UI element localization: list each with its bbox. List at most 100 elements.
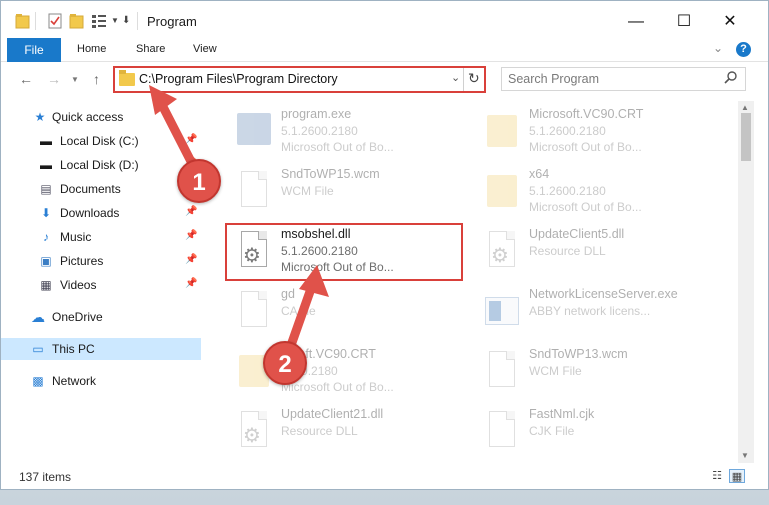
vertical-scrollbar[interactable]: ▲ ▼	[738, 101, 754, 463]
file-item-updateclient21-dll[interactable]: ⚙ UpdateClient21.dll Resource DLL	[225, 403, 475, 459]
quick-access-menu-icon[interactable]: ⬇	[122, 15, 130, 33]
sidebar-item-music[interactable]: ♪ Music 📌	[1, 226, 201, 248]
folder-icon	[15, 14, 30, 29]
divider	[35, 12, 36, 30]
scrollbar-thumb[interactable]	[741, 113, 751, 161]
file-item-microsoft-vc90-crt-2[interactable]: rosoft.VC90.CRT 2600.2180 Microsoft Out …	[225, 343, 475, 399]
file-name: SndToWP15.wcm	[281, 167, 380, 181]
pin-icon[interactable]: 📌	[185, 206, 197, 217]
tab-view[interactable]: View	[193, 43, 217, 55]
sidebar-item-label: Music	[60, 230, 92, 244]
expand-ribbon-icon[interactable]: ⌄	[713, 41, 723, 55]
sidebar-item-label: Quick access	[52, 110, 124, 124]
sidebar-item-network[interactable]: ▩ Network	[1, 370, 201, 392]
computer-icon: ▭	[32, 342, 44, 356]
maximize-button[interactable]: ☐	[661, 9, 707, 35]
forward-icon[interactable]: →	[47, 71, 61, 87]
highlight-box	[225, 223, 463, 281]
file-item-program-exe[interactable]: program.exe 5.1.2600.2180 Microsoft Out …	[225, 103, 475, 159]
ribbon-tabs: File Home Share View ⌄ ?	[1, 38, 768, 62]
search-input[interactable]: Search Program	[501, 67, 746, 91]
sidebar-item-pictures[interactable]: ▣ Pictures 📌	[1, 250, 201, 272]
large-icons-view-icon[interactable]: ▦	[729, 469, 745, 483]
minimize-button[interactable]: —	[613, 9, 659, 35]
file-item-x64[interactable]: x64 5.1.2600.2180 Microsoft Out of Bo...	[473, 163, 723, 219]
tab-share[interactable]: Share	[136, 43, 165, 55]
cloud-icon: ☁	[31, 309, 45, 325]
pictures-icon: ▣	[40, 254, 52, 268]
file-name: FastNml.cjk	[529, 407, 595, 421]
pin-icon[interactable]: 📌	[185, 278, 197, 289]
refresh-icon[interactable]: ↻	[468, 70, 480, 87]
file-name: UpdateClient5.dll	[529, 227, 625, 241]
scroll-down-icon[interactable]: ▼	[741, 451, 749, 460]
sidebar-item-onedrive[interactable]: ☁ OneDrive	[1, 306, 201, 328]
file-description: Microsoft Out of Bo...	[281, 140, 394, 154]
properties-icon[interactable]	[47, 12, 63, 30]
chevron-down-icon[interactable]: ⌄	[451, 71, 460, 84]
sidebar-item-videos[interactable]: ▦ Videos 📌	[1, 274, 201, 296]
sidebar-item-this-pc[interactable]: ▭ This PC	[1, 338, 201, 360]
title-bar: ▼ ⬇ Program — ☐ ✕	[1, 1, 768, 41]
sidebar-item-label: Network	[52, 374, 97, 388]
file-name: NetworkLicenseServer.exe	[529, 287, 678, 301]
window-icon	[483, 291, 519, 331]
new-folder-icon[interactable]	[69, 12, 85, 30]
status-bar: 137 items ☷ ▦	[1, 465, 768, 489]
recent-locations-icon[interactable]: ▼	[71, 75, 79, 84]
file-name: program.exe	[281, 107, 352, 121]
minimize-icon: —	[628, 13, 644, 30]
file-name: SndToWP13.wcm	[529, 347, 628, 361]
callout-badge-1: 1	[177, 159, 221, 203]
folder-icon	[483, 111, 519, 151]
details-view-icon[interactable]: ☷	[709, 469, 725, 483]
file-name: x64	[529, 167, 550, 181]
file-item-fastnml-cjk[interactable]: FastNml.cjk CJK File	[473, 403, 723, 459]
file-type: Resource DLL	[281, 424, 358, 438]
dll-gear-icon: ⚙	[483, 231, 519, 271]
file-type: WCM File	[281, 184, 334, 198]
search-icon[interactable]	[724, 70, 738, 84]
sidebar-item-label: Documents	[60, 182, 121, 196]
maximize-icon: ☐	[676, 13, 692, 30]
documents-icon: ▤	[40, 182, 52, 196]
customize-toolbar-icon[interactable]	[91, 12, 111, 30]
back-icon[interactable]: ←	[19, 71, 33, 87]
file-item-sndtowp13-wcm[interactable]: SndToWP13.wcm WCM File	[473, 343, 723, 399]
file-version: 5.1.2600.2180	[529, 184, 606, 198]
sidebar-item-label: Local Disk (D:)	[60, 158, 139, 172]
sidebar-item-label: Pictures	[60, 254, 104, 268]
sidebar-item-label: This PC	[52, 342, 95, 356]
file-description: Microsoft Out of Bo...	[281, 380, 394, 394]
videos-icon: ▦	[40, 278, 52, 292]
tab-home[interactable]: Home	[77, 43, 106, 55]
help-icon[interactable]: ?	[736, 42, 751, 57]
network-icon: ▩	[32, 374, 44, 388]
file-item-networklicenseserver-exe[interactable]: NetworkLicenseServer.exe ABBY network li…	[473, 283, 723, 339]
file-item-gd[interactable]: gd CA file	[225, 283, 475, 339]
download-icon: ⬇	[40, 206, 52, 220]
sidebar-item-label: Local Disk (C:)	[60, 134, 139, 148]
drive-icon: ▬	[40, 158, 52, 172]
dll-gear-icon: ⚙	[235, 411, 271, 451]
sidebar-item-label: Videos	[60, 278, 97, 292]
up-icon[interactable]: ↑	[93, 71, 100, 87]
close-button[interactable]: ✕	[707, 9, 753, 35]
file-description: Microsoft Out of Bo...	[529, 140, 642, 154]
pin-icon[interactable]: 📌	[185, 230, 197, 241]
pin-icon[interactable]: 📌	[185, 254, 197, 265]
scroll-up-icon[interactable]: ▲	[741, 103, 749, 112]
folder-icon	[119, 70, 135, 86]
file-item-microsoft-vc90-crt[interactable]: Microsoft.VC90.CRT 5.1.2600.2180 Microso…	[473, 103, 723, 159]
file-name: Microsoft.VC90.CRT	[529, 107, 644, 121]
tab-file[interactable]: File	[7, 38, 61, 62]
file-item-sndtowp15-wcm[interactable]: SndToWP15.wcm WCM File	[225, 163, 475, 219]
file-name: UpdateClient21.dll	[281, 407, 384, 421]
file-item-updateclient5-dll[interactable]: ⚙ UpdateClient5.dll Resource DLL	[473, 223, 723, 279]
sidebar-item-label: Downloads	[60, 206, 120, 220]
chevron-down-icon[interactable]: ▼	[111, 16, 119, 34]
folder-icon	[483, 171, 519, 211]
sidebar-item-downloads[interactable]: ⬇ Downloads 📌	[1, 202, 201, 224]
file-description: ABBY network licens...	[529, 304, 651, 318]
window-title: Program	[147, 14, 197, 29]
